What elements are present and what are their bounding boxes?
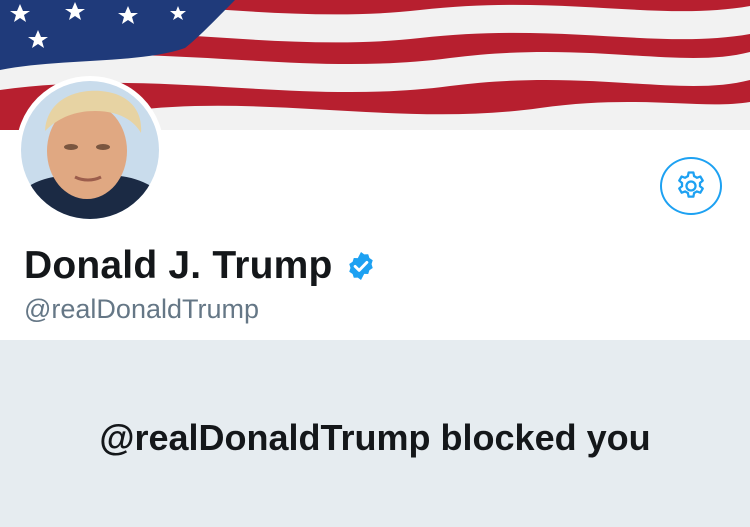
blocked-panel: @realDonaldTrump blocked you <box>0 340 750 527</box>
avatar-photo <box>21 81 159 219</box>
avatar[interactable] <box>16 76 164 224</box>
verified-badge-icon <box>345 250 377 282</box>
blocked-message: @realDonaldTrump blocked you <box>99 417 651 458</box>
display-name-row: Donald J. Trump <box>24 236 377 296</box>
settings-button[interactable] <box>660 157 722 215</box>
display-name: Donald J. Trump <box>24 244 333 287</box>
profile-handle: @realDonaldTrump <box>24 294 259 324</box>
gear-icon <box>678 171 704 198</box>
